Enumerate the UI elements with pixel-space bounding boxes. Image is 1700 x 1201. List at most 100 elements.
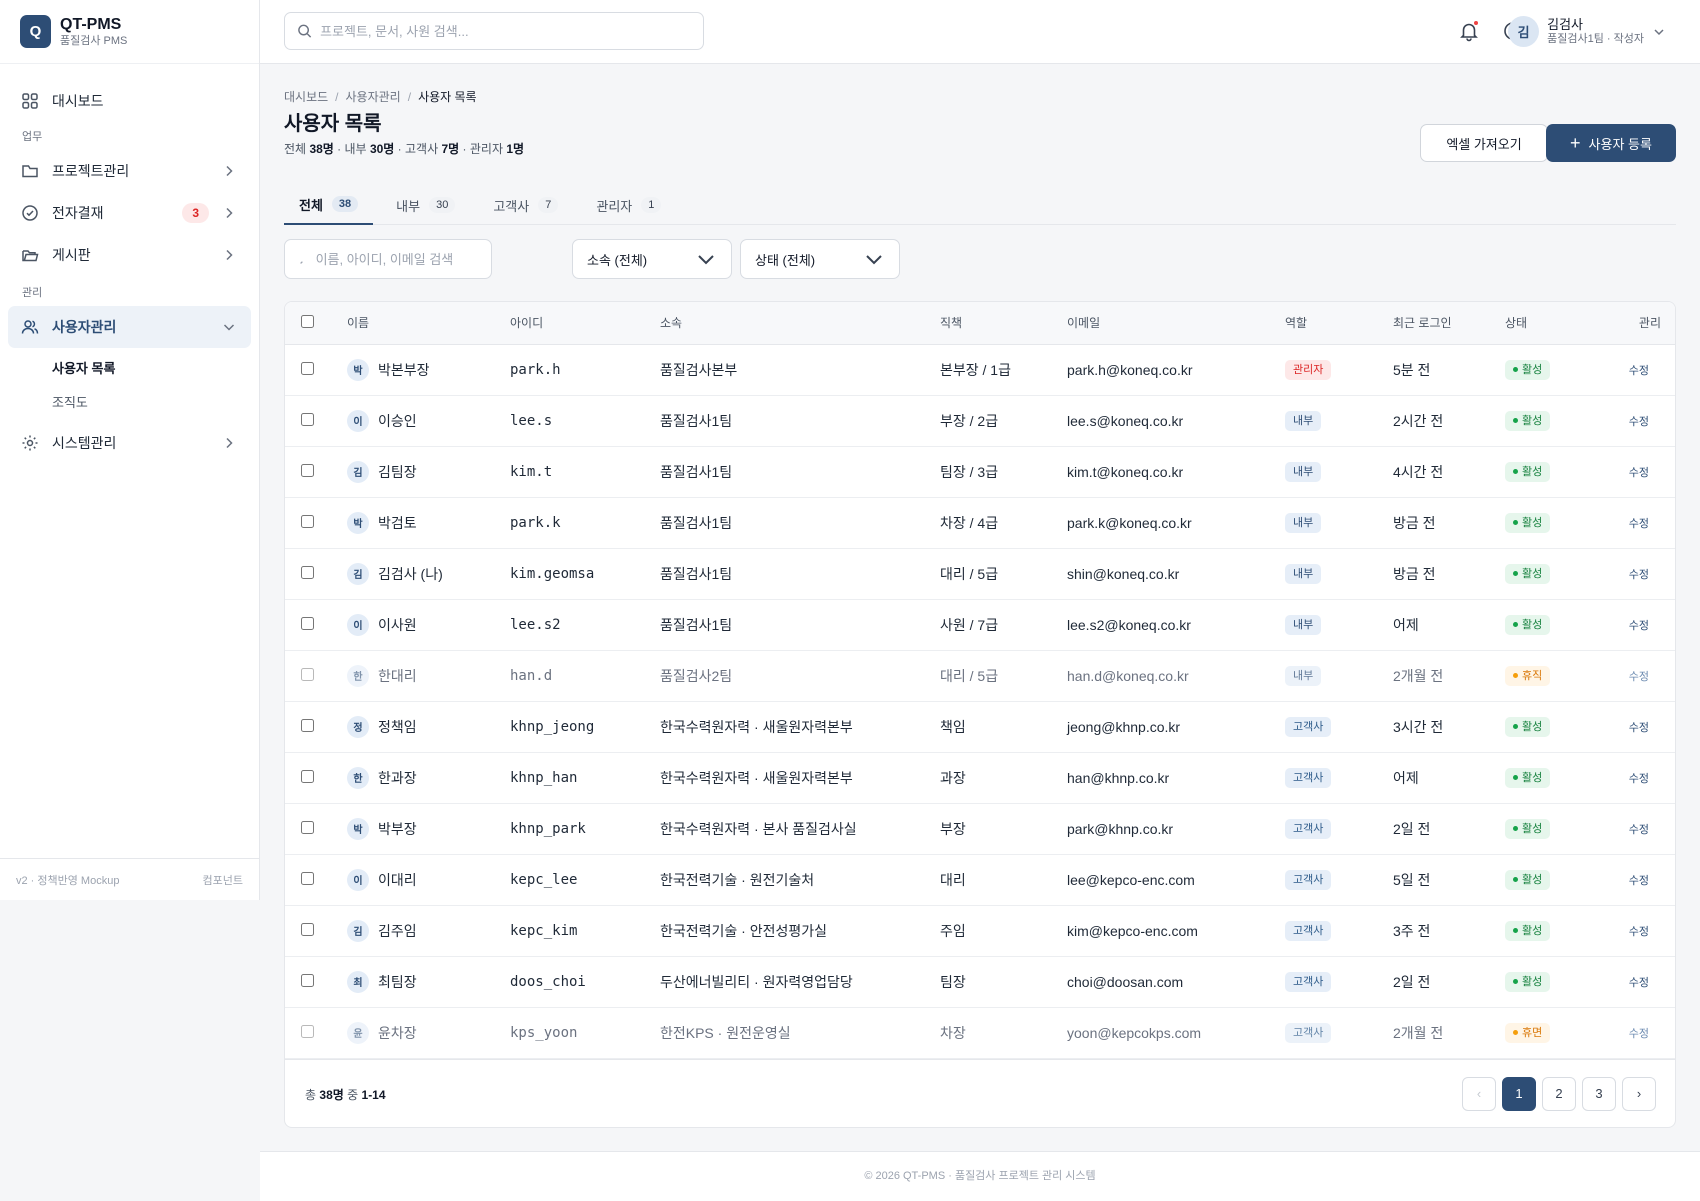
tab-internal[interactable]: 내부 30 [381,185,470,225]
next-page-button[interactable]: › [1622,1076,1656,1111]
column-header[interactable]: 이름 [347,302,510,345]
page-button-2[interactable]: 2 [1542,1076,1576,1111]
user-name[interactable]: 이승인 [378,411,417,431]
user-name[interactable]: 이사원 [378,615,417,635]
table-row[interactable]: 정 정책임 khnp_jeong 한국수력원자력 · 새울원자력본부 책임 jeong@k… [285,701,1675,752]
user-name[interactable]: 이대리 [378,870,417,890]
components-link[interactable]: 컴포넌트 [203,872,243,888]
row-checkbox[interactable] [301,514,314,528]
edit-button[interactable]: 수정 [1629,926,1649,938]
column-header[interactable]: 이메일 [1067,302,1285,345]
table-row[interactable]: 김 김주임 kepc_kim 한국전력기술 · 안전성평가실 주임 kim@kepco-e… [285,905,1675,956]
excel-import-button[interactable]: 엑셀 가져오기 [1420,124,1548,162]
notification-button[interactable] [1458,20,1480,42]
user-name[interactable]: 박본부장 [378,360,430,380]
table-row[interactable]: 박 박부장 khnp_park 한국수력원자력 · 본사 품질검사실 부장 park@kh… [285,803,1675,854]
prev-page-button[interactable]: ‹ [1462,1076,1496,1111]
status-cell: 활성 [1505,344,1605,395]
table-row[interactable]: 이 이대리 kepc_lee 한국전력기술 · 원전기술처 대리 lee@kepco-en… [285,854,1675,905]
column-header[interactable]: 소속 [660,302,940,345]
row-checkbox[interactable] [301,667,314,681]
edit-button[interactable]: 수정 [1629,722,1649,734]
row-checkbox[interactable] [301,769,314,783]
sidebar-item-users[interactable]: 사용자관리 [8,306,251,348]
row-checkbox[interactable] [301,922,314,936]
select-all-checkbox[interactable] [301,314,314,328]
edit-button[interactable]: 수정 [1629,518,1649,530]
edit-button[interactable]: 수정 [1629,569,1649,581]
user-name[interactable]: 정책임 [378,717,417,737]
user-name[interactable]: 최팀장 [378,972,417,992]
column-header[interactable]: 최근 로그인 [1393,302,1505,345]
user-name[interactable]: 윤차장 [378,1023,417,1043]
edit-button[interactable]: 수정 [1629,467,1649,479]
table-row[interactable]: 김 김팀장 kim.t 품질검사1팀 팀장 / 3급 kim.t@koneq.co.kr 내… [285,446,1675,497]
row-checkbox[interactable] [301,1024,314,1038]
breadcrumb-dashboard[interactable]: 대시보드 [284,90,328,104]
table-row[interactable]: 한 한과장 khnp_han 한국수력원자력 · 새울원자력본부 과장 han@khnp.… [285,752,1675,803]
brand[interactable]: Q QT-PMS 품질검사 PMS [0,0,259,64]
sidebar-item-approval[interactable]: 전자결재 3 [8,192,251,234]
subnav-item-org-chart[interactable]: 조직도 [52,386,259,420]
table-row[interactable]: 윤 윤차장 kps_yoon 한전KPS · 원전운영실 차장 yoon@kepcokps… [285,1007,1675,1058]
user-name[interactable]: 한과장 [378,768,417,788]
subnav-item-user-list[interactable]: 사용자 목록 [52,352,259,386]
row-checkbox[interactable] [301,973,314,987]
row-checkbox[interactable] [301,718,314,732]
row-checkbox[interactable] [301,565,314,579]
row-checkbox[interactable] [301,871,314,885]
edit-button[interactable]: 수정 [1629,773,1649,785]
row-checkbox[interactable] [301,463,314,477]
row-checkbox[interactable] [301,361,314,375]
sidebar-item-dashboard[interactable]: 대시보드 [8,80,251,122]
sidebar-item-board[interactable]: 게시판 [8,234,251,276]
table-row[interactable]: 최 최팀장 doos_choi 두산에너빌리티 · 원자력영업담당 팀장 choi@doo… [285,956,1675,1007]
sidebar-item-projects[interactable]: 프로젝트관리 [8,150,251,192]
edit-button[interactable]: 수정 [1629,416,1649,428]
org-filter-select[interactable]: 소속 (전체) [572,239,732,279]
global-search[interactable] [284,12,704,50]
table-row[interactable]: 한 한대리 han.d 품질검사2팀 대리 / 5급 han.d@koneq.co.kr 내… [285,650,1675,701]
row-checkbox[interactable] [301,412,314,426]
user-search-input[interactable] [315,251,479,267]
avatar: 이 [347,868,369,891]
row-checkbox[interactable] [301,820,314,834]
table-row[interactable]: 박 박본부장 park.h 품질검사본부 본부장 / 1급 park.h@koneq.co… [285,344,1675,395]
tab-all[interactable]: 전체 38 [284,185,374,225]
row-checkbox[interactable] [301,616,314,630]
tab-client[interactable]: 고객사 7 [478,185,573,225]
user-name[interactable]: 한대리 [378,666,417,686]
column-header[interactable]: 상태 [1505,302,1605,345]
tab-admin[interactable]: 관리자 1 [581,185,676,225]
edit-button[interactable]: 수정 [1629,365,1649,377]
name-cell: 김 김팀장 [347,446,510,497]
page-button-1[interactable]: 1 [1502,1076,1536,1111]
page-button-3[interactable]: 3 [1582,1076,1616,1111]
user-name[interactable]: 김팀장 [378,462,417,482]
user-name[interactable]: 김검사 (나) [378,564,443,584]
user-menu[interactable]: 김 김검사 품질검사1팀 · 작성자 [1508,16,1666,47]
column-header[interactable]: 역할 [1285,302,1393,345]
table-row[interactable]: 이 이사원 lee.s2 품질검사1팀 사원 / 7급 lee.s2@koneq.co.k… [285,599,1675,650]
name-cell: 박 박부장 [347,803,510,854]
user-name[interactable]: 박부장 [378,819,417,839]
user-search[interactable] [284,239,492,279]
add-user-button[interactable]: + 사용자 등록 [1546,124,1676,162]
sidebar-item-system[interactable]: 시스템관리 [8,422,251,464]
column-header[interactable]: 직책 [940,302,1067,345]
breadcrumb-user-management[interactable]: 사용자관리 [346,90,401,104]
edit-button[interactable]: 수정 [1629,977,1649,989]
table-row[interactable]: 이 이승인 lee.s 품질검사1팀 부장 / 2급 lee.s@koneq.co.kr 내… [285,395,1675,446]
table-row[interactable]: 박 박검토 park.k 품질검사1팀 차장 / 4급 park.k@koneq.co.k… [285,497,1675,548]
column-header[interactable]: 아이디 [510,302,660,345]
user-name[interactable]: 김주임 [378,921,417,941]
edit-button[interactable]: 수정 [1629,875,1649,887]
status-filter-select[interactable]: 상태 (전체) [740,239,900,279]
edit-button[interactable]: 수정 [1629,1028,1649,1040]
user-name[interactable]: 박검토 [378,513,417,533]
edit-button[interactable]: 수정 [1629,824,1649,836]
edit-button[interactable]: 수정 [1629,620,1649,632]
edit-button[interactable]: 수정 [1629,671,1649,683]
global-search-input[interactable] [320,23,691,39]
table-row[interactable]: 김 김검사 (나) kim.geomsa 품질검사1팀 대리 / 5급 shin@kone… [285,548,1675,599]
